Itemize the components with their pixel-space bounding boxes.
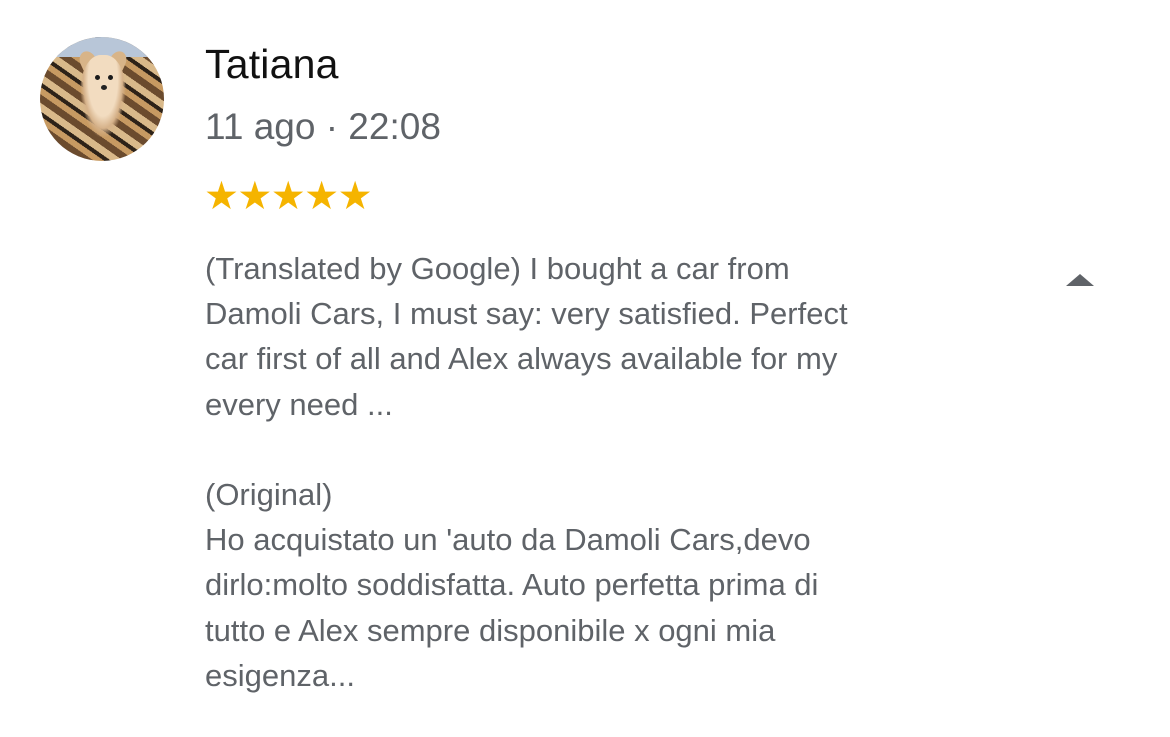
original-text: (Original) Ho acquistato un 'auto da Dam… bbox=[205, 472, 1025, 698]
avatar-dog-eye-left bbox=[95, 75, 100, 80]
translated-line: Damoli Cars, I must say: very satisfied.… bbox=[205, 296, 848, 332]
star-icon: ★ bbox=[304, 175, 340, 218]
original-line: Ho acquistato un 'auto da Damoli Cars,de… bbox=[205, 522, 811, 558]
original-line: dirlo:molto soddisfatta. Auto perfetta p… bbox=[205, 567, 819, 603]
review-date: 11 ago · 22:08 bbox=[205, 106, 441, 147]
translated-line: (Translated by Google) I bought a car fr… bbox=[205, 251, 790, 286]
collapse-review-button[interactable] bbox=[1060, 268, 1100, 294]
author-name[interactable]: Tatiana bbox=[205, 38, 339, 90]
review-card: Tatiana 11 ago · 22:08 ★ ★ ★ ★ ★ (Transl… bbox=[0, 0, 1170, 737]
chevron-up-icon bbox=[1066, 274, 1094, 286]
review-text: (Translated by Google) I bought a car fr… bbox=[205, 246, 1025, 698]
avatar-dog bbox=[80, 55, 126, 137]
avatar-dog-eye-right bbox=[108, 75, 113, 80]
original-line: tutto e Alex sempre disponibile x ogni m… bbox=[205, 612, 776, 648]
star-icon: ★ bbox=[204, 175, 239, 218]
avatar-background bbox=[40, 37, 164, 57]
translated-line: every need ... bbox=[205, 386, 393, 422]
star-icon: ★ bbox=[237, 175, 273, 218]
avatar-dog-nose bbox=[101, 85, 107, 90]
rating-stars: ★ ★ ★ ★ ★ bbox=[204, 174, 373, 220]
original-heading: (Original) bbox=[205, 477, 333, 512]
star-icon: ★ bbox=[337, 175, 373, 218]
star-icon: ★ bbox=[270, 175, 306, 218]
original-line: esigenza... bbox=[205, 657, 355, 693]
translated-line: car first of all and Alex always availab… bbox=[205, 341, 838, 377]
translated-text: (Translated by Google) I bought a car fr… bbox=[205, 246, 1025, 427]
avatar[interactable] bbox=[40, 37, 164, 161]
